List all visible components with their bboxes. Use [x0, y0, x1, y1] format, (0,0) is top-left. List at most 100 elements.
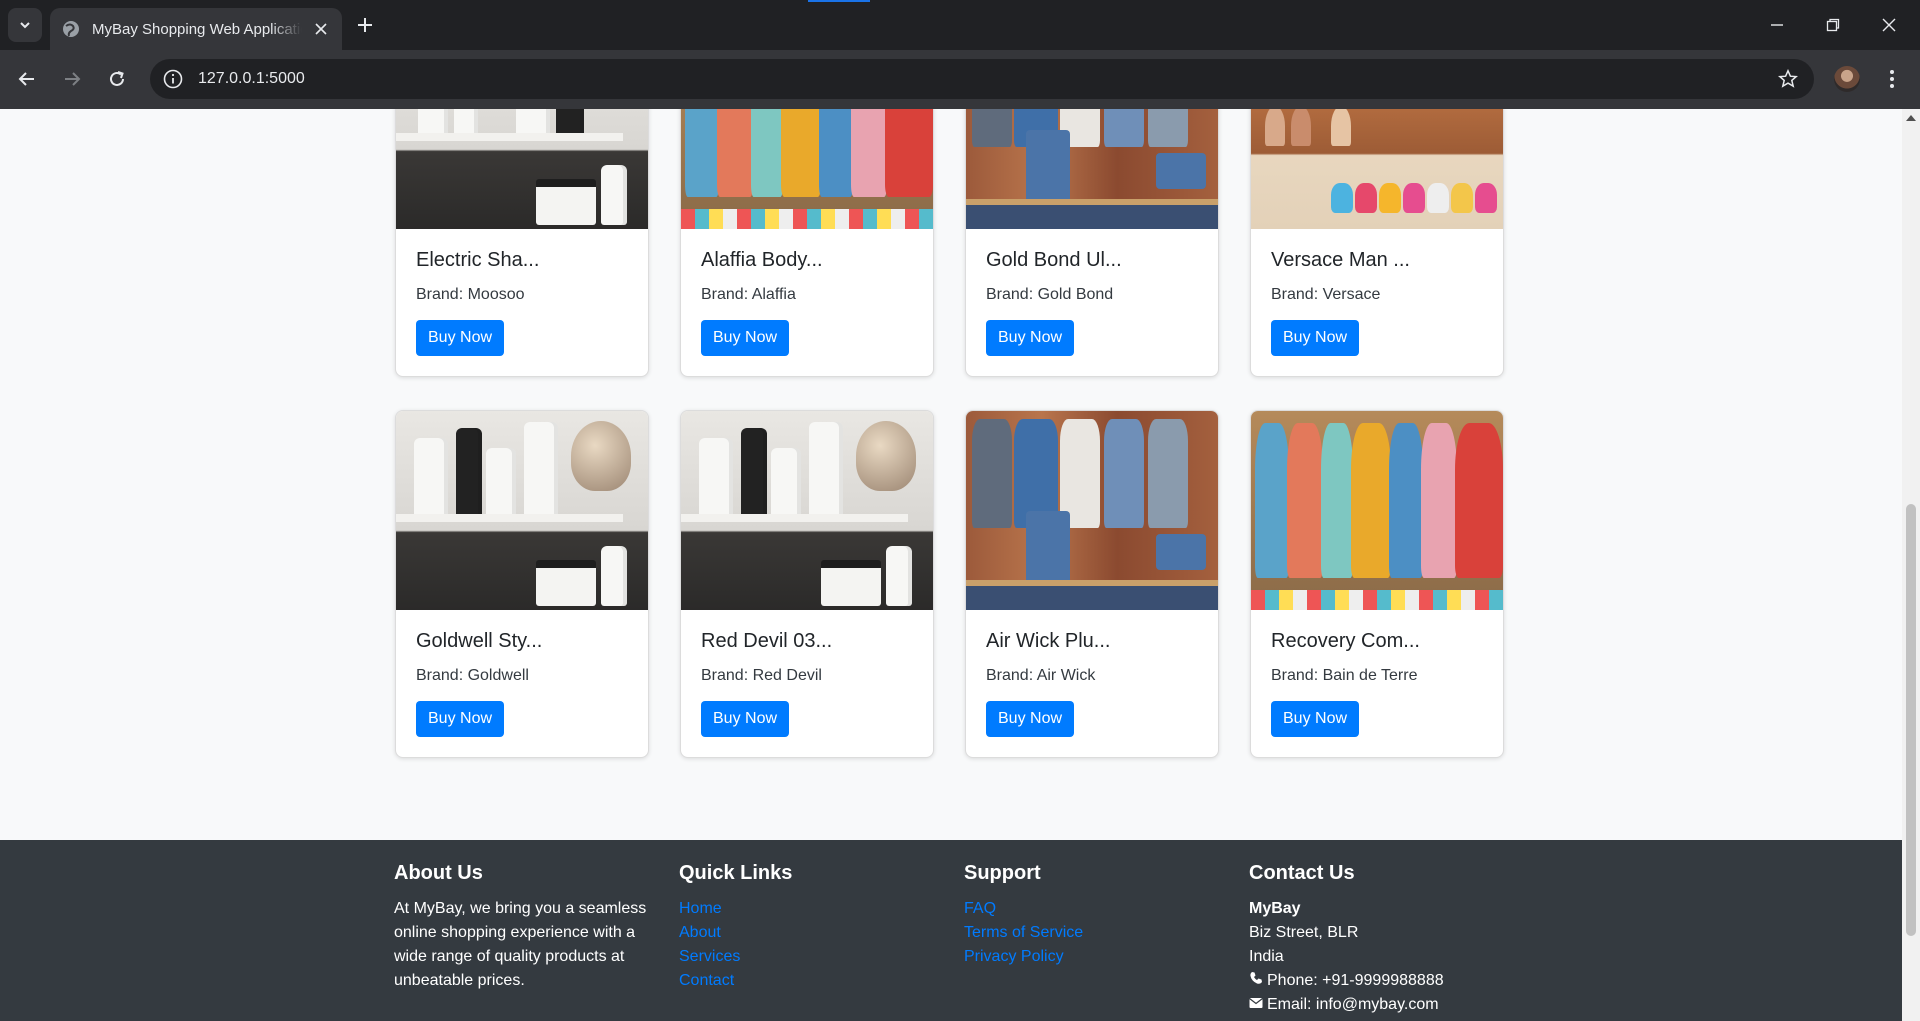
footer-about-text: At MyBay, we bring you a seamless online…	[394, 900, 647, 989]
product-brand: Brand: Bain de Terre	[1271, 667, 1418, 684]
product-name: Red Devil 03...	[701, 630, 833, 652]
product-card: Alaffia Body... Brand: Alaffia Buy Now	[680, 109, 934, 377]
buy-now-button[interactable]: Buy Now	[701, 320, 790, 356]
footer-about: About Us At MyBay, we bring you a seamle…	[394, 862, 654, 993]
product-image[interactable]	[966, 109, 1218, 229]
product-card: Versace Man ... Brand: Versace Buy Now	[1250, 109, 1504, 377]
forward-button[interactable]	[57, 64, 87, 94]
scrollbar-thumb[interactable]	[1906, 504, 1916, 936]
browser-tab-bar: MyBay Shopping Web Application	[0, 0, 1920, 50]
product-name: Alaffia Body...	[701, 249, 823, 271]
product-image[interactable]	[681, 411, 933, 610]
close-icon	[1882, 18, 1896, 32]
tab-title: MyBay Shopping Web Application	[92, 20, 302, 38]
product-image[interactable]	[1251, 109, 1503, 229]
footer-phone-line: Phone: +91-9999988888	[1249, 969, 1509, 993]
footer-email: Email: info@mybay.com	[1267, 996, 1439, 1013]
scroll-up-arrow-icon[interactable]	[1906, 115, 1916, 121]
url-text: 127.0.0.1:5000	[198, 70, 305, 87]
buy-now-button[interactable]: Buy Now	[701, 701, 790, 737]
product-brand: Brand: Moosoo	[416, 286, 525, 303]
minimize-icon	[1771, 24, 1783, 26]
profile-avatar[interactable]	[1834, 66, 1860, 92]
footer-link-privacy[interactable]: Privacy Policy	[964, 945, 1224, 969]
page-scrollbar[interactable]	[1902, 109, 1920, 1021]
more-vertical-icon	[1890, 70, 1894, 88]
product-card: Gold Bond Ul... Brand: Gold Bond Buy Now	[965, 109, 1219, 377]
footer-quick-links: Quick Links Home About Services Contact	[679, 862, 939, 993]
site-info-icon[interactable]	[162, 68, 184, 90]
new-tab-button[interactable]	[352, 12, 378, 38]
footer-about-title: About Us	[394, 862, 483, 884]
reload-icon	[110, 71, 124, 86]
site-footer: About Us At MyBay, we bring you a seamle…	[0, 840, 1902, 1021]
footer-link-terms[interactable]: Terms of Service	[964, 921, 1224, 945]
back-button[interactable]	[12, 64, 42, 94]
restore-icon	[1826, 18, 1840, 32]
product-name: Air Wick Plu...	[986, 630, 1111, 652]
product-card: Electric Sha... Brand: Moosoo Buy Now	[395, 109, 649, 377]
close-window-button[interactable]	[1861, 0, 1917, 50]
product-brand: Brand: Goldwell	[416, 667, 529, 684]
footer-link-faq[interactable]: FAQ	[964, 897, 1224, 921]
bookmark-star-icon[interactable]	[1778, 69, 1798, 89]
product-brand: Brand: Alaffia	[701, 286, 796, 303]
footer-street: Biz Street, BLR	[1249, 924, 1359, 941]
footer-link-home[interactable]: Home	[679, 897, 939, 921]
address-bar[interactable]: 127.0.0.1:5000	[150, 59, 1814, 99]
restore-button[interactable]	[1805, 0, 1861, 50]
footer-phone: Phone: +91-9999988888	[1267, 972, 1444, 989]
footer-quick-links-title: Quick Links	[679, 862, 793, 884]
footer-email-line: Email: info@mybay.com	[1249, 993, 1509, 1017]
minimize-button[interactable]	[1749, 0, 1805, 50]
product-name: Versace Man ...	[1271, 249, 1410, 271]
footer-link-contact[interactable]: Contact	[679, 969, 939, 993]
product-card: Goldwell Sty... Brand: Goldwell Buy Now	[395, 410, 649, 758]
product-image[interactable]	[966, 411, 1218, 610]
footer-contact: Contact Us MyBay Biz Street, BLR India P…	[1249, 862, 1509, 1017]
product-name: Electric Sha...	[416, 249, 540, 271]
product-card: Air Wick Plu... Brand: Air Wick Buy Now	[965, 410, 1219, 758]
close-tab-icon[interactable]	[312, 20, 330, 38]
reload-button[interactable]	[102, 64, 132, 94]
footer-country: India	[1249, 948, 1284, 965]
buy-now-button[interactable]: Buy Now	[416, 320, 505, 356]
product-image[interactable]	[396, 109, 648, 229]
product-image[interactable]	[681, 109, 933, 229]
browser-toolbar: 127.0.0.1:5000	[0, 50, 1920, 109]
footer-link-services[interactable]: Services	[679, 945, 939, 969]
envelope-icon	[1249, 998, 1263, 1008]
footer-support: Support FAQ Terms of Service Privacy Pol…	[964, 862, 1224, 969]
product-image[interactable]	[1251, 411, 1503, 610]
footer-company-name: MyBay	[1249, 900, 1301, 917]
arrow-right-icon	[65, 72, 81, 86]
browser-tab[interactable]: MyBay Shopping Web Application	[50, 8, 342, 50]
browser-menu-button[interactable]	[1882, 64, 1902, 94]
globe-icon	[63, 21, 79, 37]
loading-indicator	[808, 0, 870, 2]
product-image[interactable]	[396, 411, 648, 610]
product-name: Gold Bond Ul...	[986, 249, 1122, 271]
plus-icon	[358, 18, 372, 32]
buy-now-button[interactable]: Buy Now	[1271, 320, 1360, 356]
page-viewport: Electric Sha... Brand: Moosoo Buy Now Al…	[0, 109, 1920, 1021]
product-card: Red Devil 03... Brand: Red Devil Buy Now	[680, 410, 934, 758]
phone-icon	[1250, 972, 1262, 984]
product-brand: Brand: Versace	[1271, 286, 1381, 303]
product-brand: Brand: Air Wick	[986, 667, 1096, 684]
chevron-down-icon	[20, 22, 30, 29]
buy-now-button[interactable]: Buy Now	[986, 320, 1075, 356]
buy-now-button[interactable]: Buy Now	[1271, 701, 1360, 737]
product-name: Recovery Com...	[1271, 630, 1420, 652]
product-brand: Brand: Red Devil	[701, 667, 822, 684]
footer-support-title: Support	[964, 862, 1041, 884]
footer-link-about[interactable]: About	[679, 921, 939, 945]
footer-contact-title: Contact Us	[1249, 862, 1355, 884]
product-brand: Brand: Gold Bond	[986, 286, 1114, 303]
product-name: Goldwell Sty...	[416, 630, 543, 652]
arrow-left-icon	[18, 72, 34, 86]
buy-now-button[interactable]: Buy Now	[986, 701, 1075, 737]
product-card: Recovery Com... Brand: Bain de Terre Buy…	[1250, 410, 1504, 758]
tab-search-button[interactable]	[8, 8, 42, 42]
buy-now-button[interactable]: Buy Now	[416, 701, 505, 737]
